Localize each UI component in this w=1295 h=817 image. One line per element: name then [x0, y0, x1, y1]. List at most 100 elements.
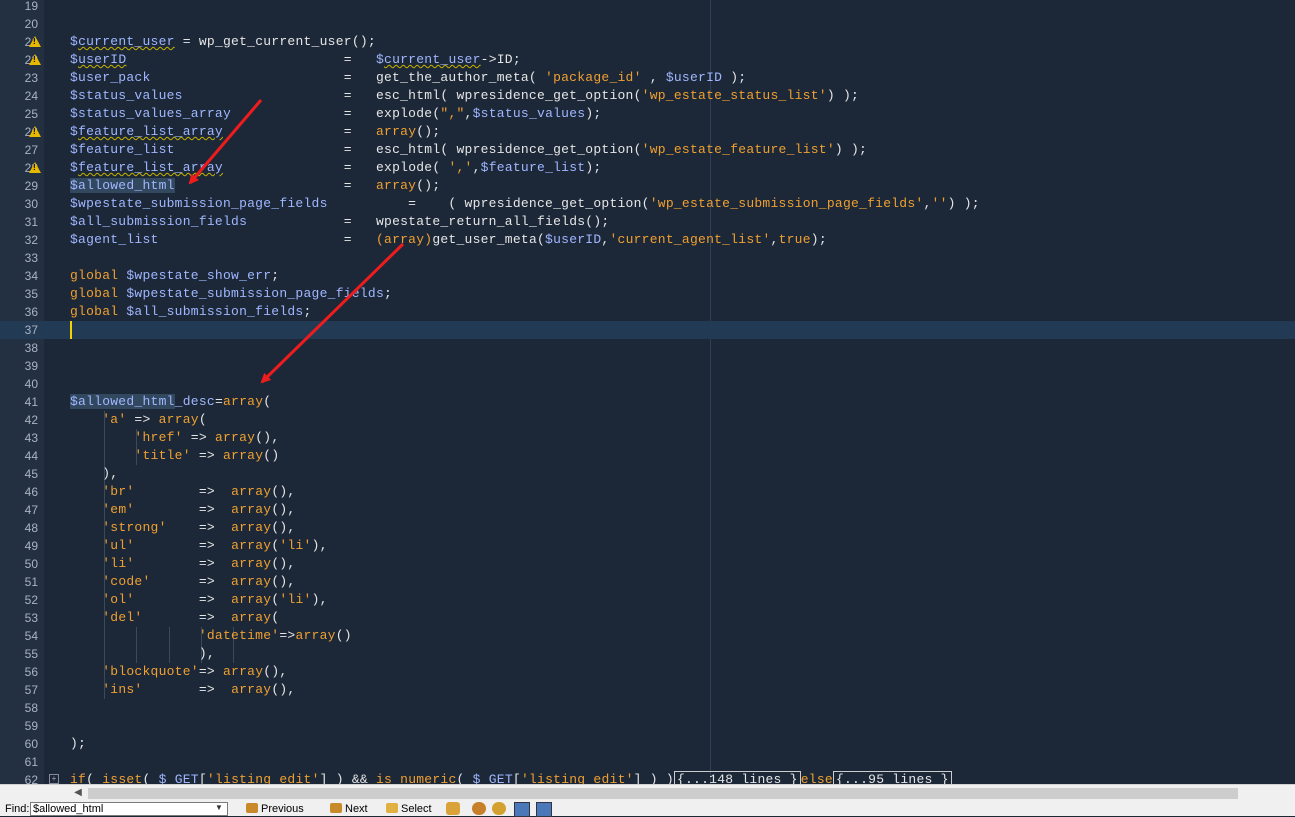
line-number: 55: [24, 647, 38, 661]
code-line[interactable]: 61: [0, 753, 1295, 771]
code-line[interactable]: 51 'code' => array(),: [0, 573, 1295, 591]
code-line[interactable]: 21$current_user = wp_get_current_user();: [0, 33, 1295, 51]
code-token: 'current_agent_list': [609, 232, 771, 247]
code-line[interactable]: 48 'strong' => array(),: [0, 519, 1295, 537]
find-input[interactable]: [30, 802, 228, 816]
code-line[interactable]: 32 $agent_list = (array)get_user_meta($us…: [0, 231, 1295, 249]
line-number: 36: [24, 305, 38, 319]
code-token: current_user: [78, 34, 175, 49]
code-line[interactable]: 30 $wpestate_submission_page_fields = ( w…: [0, 195, 1295, 213]
code-token: $: [70, 34, 79, 49]
code-line[interactable]: 28$feature_list_array = explode( ',',$fe…: [0, 159, 1295, 177]
code-line[interactable]: 44 'title' => array(): [0, 447, 1295, 465]
code-line[interactable]: 47 'em' => array(),: [0, 501, 1295, 519]
code-line[interactable]: 56 'blockquote'=> array(),: [0, 663, 1295, 681]
code-line[interactable]: 37: [0, 321, 1295, 339]
code-line[interactable]: 26$feature_list_array = array();: [0, 123, 1295, 141]
next-button[interactable]: Next: [330, 802, 368, 816]
code-line[interactable]: 45 ),: [0, 465, 1295, 483]
scroll-left-arrow-icon[interactable]: ◀: [72, 787, 84, 799]
code-token: ();: [416, 178, 441, 193]
code-line[interactable]: 33: [0, 249, 1295, 267]
scrollbar-thumb[interactable]: [88, 788, 1238, 799]
code-line[interactable]: 59: [0, 717, 1295, 735]
code-token: =>: [126, 412, 159, 427]
code-editor[interactable]: 19 20 21$current_user = wp_get_current_use…: [0, 0, 1295, 786]
code-line[interactable]: 50 'li' => array(),: [0, 555, 1295, 573]
code-token: array: [223, 394, 264, 409]
warning-icon[interactable]: [29, 54, 41, 65]
code-token: $all_submission_fields: [70, 214, 248, 229]
code-line[interactable]: 36 global $all_submission_fields;: [0, 303, 1295, 321]
match-case-icon[interactable]: [472, 802, 486, 815]
code-token: );: [70, 736, 87, 751]
chevron-down-icon[interactable]: ▼: [215, 803, 223, 812]
highlight-results-icon[interactable]: [446, 802, 460, 815]
code-line[interactable]: 24 $status_values = esc_html( wpresidence…: [0, 87, 1295, 105]
code-line[interactable]: 25 $status_values_array = explode(",",$st…: [0, 105, 1295, 123]
code-line[interactable]: 38: [0, 339, 1295, 357]
code-line[interactable]: 41 $allowed_html_desc=array(: [0, 393, 1295, 411]
code-token: array: [231, 592, 272, 607]
code-line[interactable]: 58: [0, 699, 1295, 717]
whole-words-icon[interactable]: [492, 802, 506, 815]
line-number: 33: [24, 251, 38, 265]
code-token: _desc: [174, 394, 215, 409]
code-line[interactable]: 43 'href' => array(),: [0, 429, 1295, 447]
code-line[interactable]: 22$userID = $current_user->ID;: [0, 51, 1295, 69]
code-token: =>: [134, 592, 232, 607]
previous-button[interactable]: Previous: [246, 802, 304, 816]
code-line[interactable]: 54 'datetime'=>array(): [0, 627, 1295, 645]
code-line[interactable]: 23 $user_pack = get_the_author_meta( 'pac…: [0, 69, 1295, 87]
code-line[interactable]: 57 'ins' => array(),: [0, 681, 1295, 699]
code-token: 'del': [102, 610, 143, 625]
code-token: 'code': [102, 574, 151, 589]
code-line[interactable]: 20: [0, 15, 1295, 33]
code-line[interactable]: 49 'ul' => array('li'),: [0, 537, 1295, 555]
code-line[interactable]: 29 $allowed_html = array();: [0, 177, 1295, 195]
warning-icon[interactable]: [29, 126, 41, 137]
code-line[interactable]: 35 global $wpestate_submission_page_field…: [0, 285, 1295, 303]
code-token: (),: [263, 664, 288, 679]
code-token: array: [231, 682, 272, 697]
code-token: );: [810, 232, 827, 247]
code-token: =>: [198, 664, 223, 679]
fold-expand-icon[interactable]: +: [49, 774, 59, 784]
code-token: =: [231, 106, 376, 121]
wrap-around-icon[interactable]: [536, 802, 552, 817]
code-token: =>: [166, 520, 232, 535]
code-line[interactable]: 55 ),: [0, 645, 1295, 663]
code-text: 'strong' => array(),: [70, 519, 295, 537]
code-token: global: [70, 286, 127, 301]
code-line[interactable]: 42 'a' => array(: [0, 411, 1295, 429]
code-line[interactable]: 19: [0, 0, 1295, 15]
code-token: 'ins': [102, 682, 143, 697]
code-text: 'br' => array(),: [70, 483, 295, 501]
code-token: ) );: [947, 196, 980, 211]
warning-icon[interactable]: [29, 162, 41, 173]
code-token: (: [198, 412, 207, 427]
code-token: 'li': [102, 556, 135, 571]
code-token: wpestate_return_all_fields();: [375, 214, 610, 229]
select-button[interactable]: Select: [386, 802, 432, 816]
code-line[interactable]: 60);: [0, 735, 1295, 753]
regex-icon[interactable]: [514, 802, 530, 817]
code-line[interactable]: 52 'ol' => array('li'),: [0, 591, 1295, 609]
code-token: true: [778, 232, 811, 247]
code-line[interactable]: 34 global $wpestate_show_err;: [0, 267, 1295, 285]
code-line[interactable]: 53 'del' => array(: [0, 609, 1295, 627]
horizontal-scrollbar[interactable]: ◀: [0, 784, 1295, 802]
code-line[interactable]: 40: [0, 375, 1295, 393]
code-line[interactable]: 27 $feature_list = esc_html( wpresidence_…: [0, 141, 1295, 159]
warning-icon[interactable]: [29, 36, 41, 47]
code-text: $allowed_html_desc=array(: [70, 393, 271, 411]
line-number: 20: [24, 17, 38, 31]
line-number: 34: [24, 269, 38, 283]
code-line[interactable]: 46 'br' => array(),: [0, 483, 1295, 501]
code-line[interactable]: 39: [0, 357, 1295, 375]
line-number: 19: [24, 0, 38, 13]
code-line[interactable]: 31 $all_submission_fields = wpestate_retu…: [0, 213, 1295, 231]
